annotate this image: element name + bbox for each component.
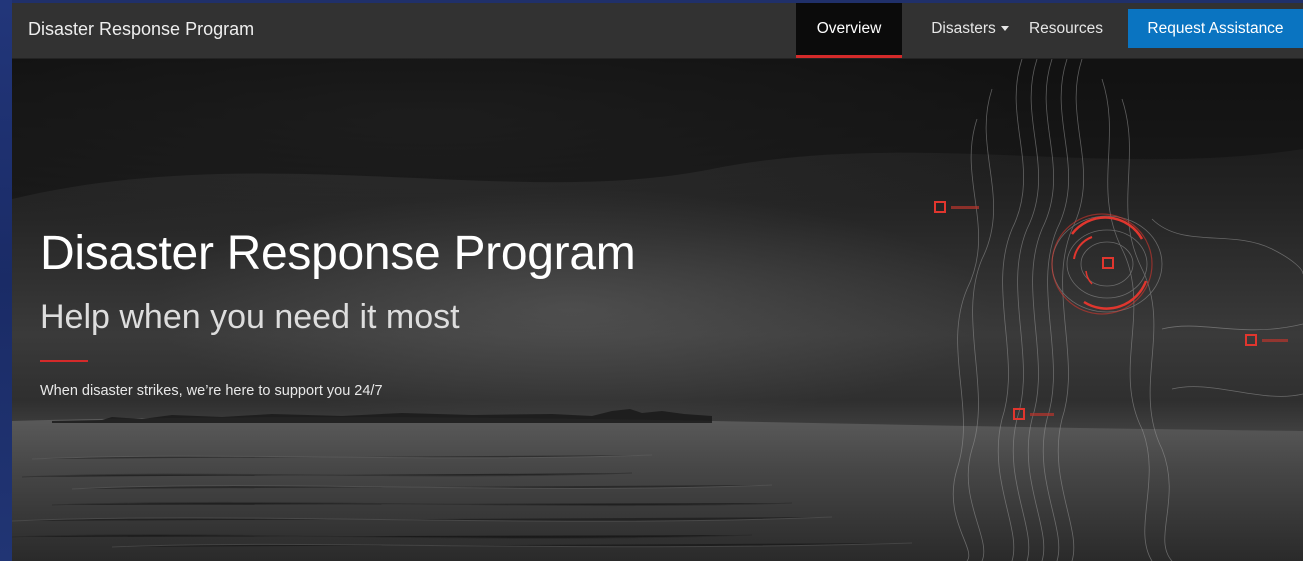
tab-overview-label: Overview	[816, 20, 882, 37]
tab-resources[interactable]: Resources	[1020, 3, 1112, 58]
tab-resources-label: Resources	[1028, 20, 1104, 37]
tab-overview[interactable]: Overview	[796, 3, 902, 58]
request-assistance-button[interactable]: Request Assistance	[1128, 9, 1303, 48]
hero-banner: Disaster Response Program Help when you …	[12, 59, 1303, 561]
hero-tagline: When disaster strikes, we’re here to sup…	[40, 383, 383, 399]
accent-divider	[40, 360, 88, 362]
hero-title: Disaster Response Program	[40, 227, 636, 280]
tab-disasters-label: Disasters	[931, 20, 996, 37]
top-navbar: Disaster Response Program Overview Disas…	[12, 3, 1303, 59]
hero-subtitle: Help when you need it most	[40, 298, 460, 336]
tab-disasters[interactable]: Disasters	[924, 3, 1016, 58]
browser-edge	[0, 0, 12, 561]
brand-title[interactable]: Disaster Response Program	[28, 3, 254, 58]
caret-down-icon	[1000, 26, 1009, 31]
